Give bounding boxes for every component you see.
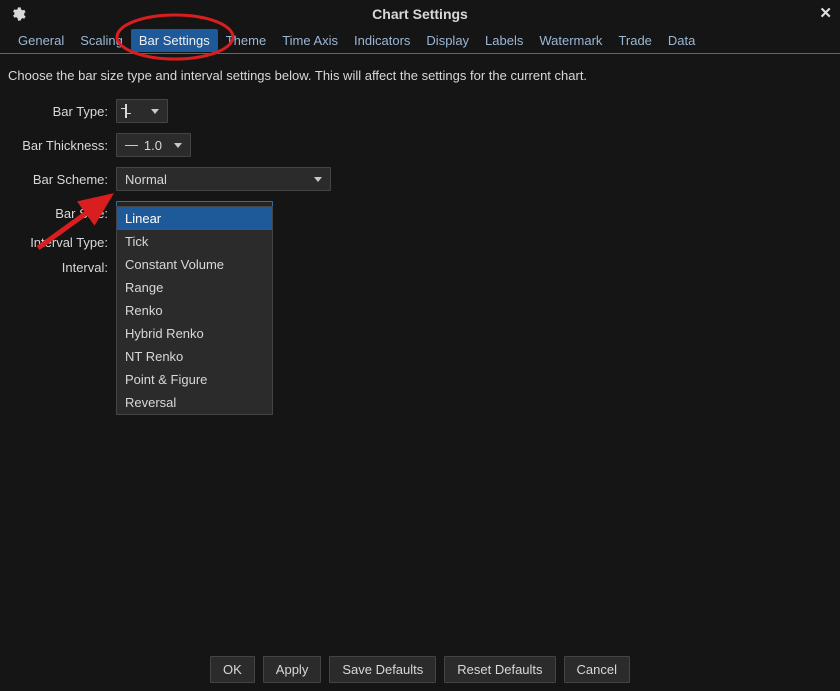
button-bar: OK Apply Save Defaults Reset Defaults Ca… bbox=[0, 656, 840, 683]
reset-defaults-button[interactable]: Reset Defaults bbox=[444, 656, 555, 683]
tab-indicators[interactable]: Indicators bbox=[346, 29, 418, 52]
tab-theme[interactable]: Theme bbox=[218, 29, 274, 52]
bar-size-option[interactable]: NT Renko bbox=[117, 345, 272, 368]
apply-button[interactable]: Apply bbox=[263, 656, 322, 683]
label-bar-thickness: Bar Thickness: bbox=[8, 138, 116, 153]
bar-size-option[interactable]: Constant Volume bbox=[117, 253, 272, 276]
bar-thickness-select[interactable]: 1.0 bbox=[116, 133, 191, 157]
ok-button[interactable]: OK bbox=[210, 656, 255, 683]
titlebar: Chart Settings ✕ bbox=[0, 0, 840, 28]
tab-trade[interactable]: Trade bbox=[610, 29, 659, 52]
tab-bar: General Scaling Bar Settings Theme Time … bbox=[0, 28, 840, 54]
tab-data[interactable]: Data bbox=[660, 29, 703, 52]
description-text: Choose the bar size type and interval se… bbox=[8, 68, 832, 83]
label-interval-type: Interval Type: bbox=[8, 235, 116, 250]
bar-thickness-value: 1.0 bbox=[144, 138, 162, 153]
chevron-down-icon bbox=[314, 177, 322, 182]
tab-bar-settings[interactable]: Bar Settings bbox=[131, 29, 218, 52]
bar-size-option[interactable]: Point & Figure bbox=[117, 368, 272, 391]
tab-general[interactable]: General bbox=[10, 29, 72, 52]
bar-size-option[interactable]: Reversal bbox=[117, 391, 272, 414]
chevron-down-icon bbox=[174, 143, 182, 148]
gear-icon[interactable] bbox=[10, 6, 26, 22]
bar-size-option[interactable]: Hybrid Renko bbox=[117, 322, 272, 345]
label-bar-type: Bar Type: bbox=[8, 104, 116, 119]
tab-watermark[interactable]: Watermark bbox=[531, 29, 610, 52]
line-thickness-icon bbox=[125, 145, 138, 146]
label-bar-scheme: Bar Scheme: bbox=[8, 172, 116, 187]
bar-scheme-value: Normal bbox=[125, 172, 167, 187]
window-title: Chart Settings bbox=[0, 6, 840, 22]
bar-size-option[interactable]: Tick bbox=[117, 230, 272, 253]
tab-labels[interactable]: Labels bbox=[477, 29, 531, 52]
tab-scaling[interactable]: Scaling bbox=[72, 29, 131, 52]
bar-type-select[interactable] bbox=[116, 99, 168, 123]
label-bar-size: Bar Size: bbox=[8, 206, 116, 221]
save-defaults-button[interactable]: Save Defaults bbox=[329, 656, 436, 683]
tab-time-axis[interactable]: Time Axis bbox=[274, 29, 346, 52]
label-interval: Interval: bbox=[8, 260, 116, 275]
bar-size-option[interactable]: Range bbox=[117, 276, 272, 299]
bar-size-option[interactable]: Linear bbox=[117, 207, 272, 230]
close-icon[interactable]: ✕ bbox=[819, 4, 832, 22]
chevron-down-icon bbox=[151, 109, 159, 114]
bar-size-option[interactable]: Renko bbox=[117, 299, 272, 322]
bar-size-dropdown[interactable]: Linear Tick Constant Volume Range Renko … bbox=[116, 206, 273, 415]
bar-scheme-select[interactable]: Normal bbox=[116, 167, 331, 191]
cancel-button[interactable]: Cancel bbox=[564, 656, 630, 683]
bar-type-icon bbox=[125, 104, 127, 118]
tab-display[interactable]: Display bbox=[418, 29, 477, 52]
